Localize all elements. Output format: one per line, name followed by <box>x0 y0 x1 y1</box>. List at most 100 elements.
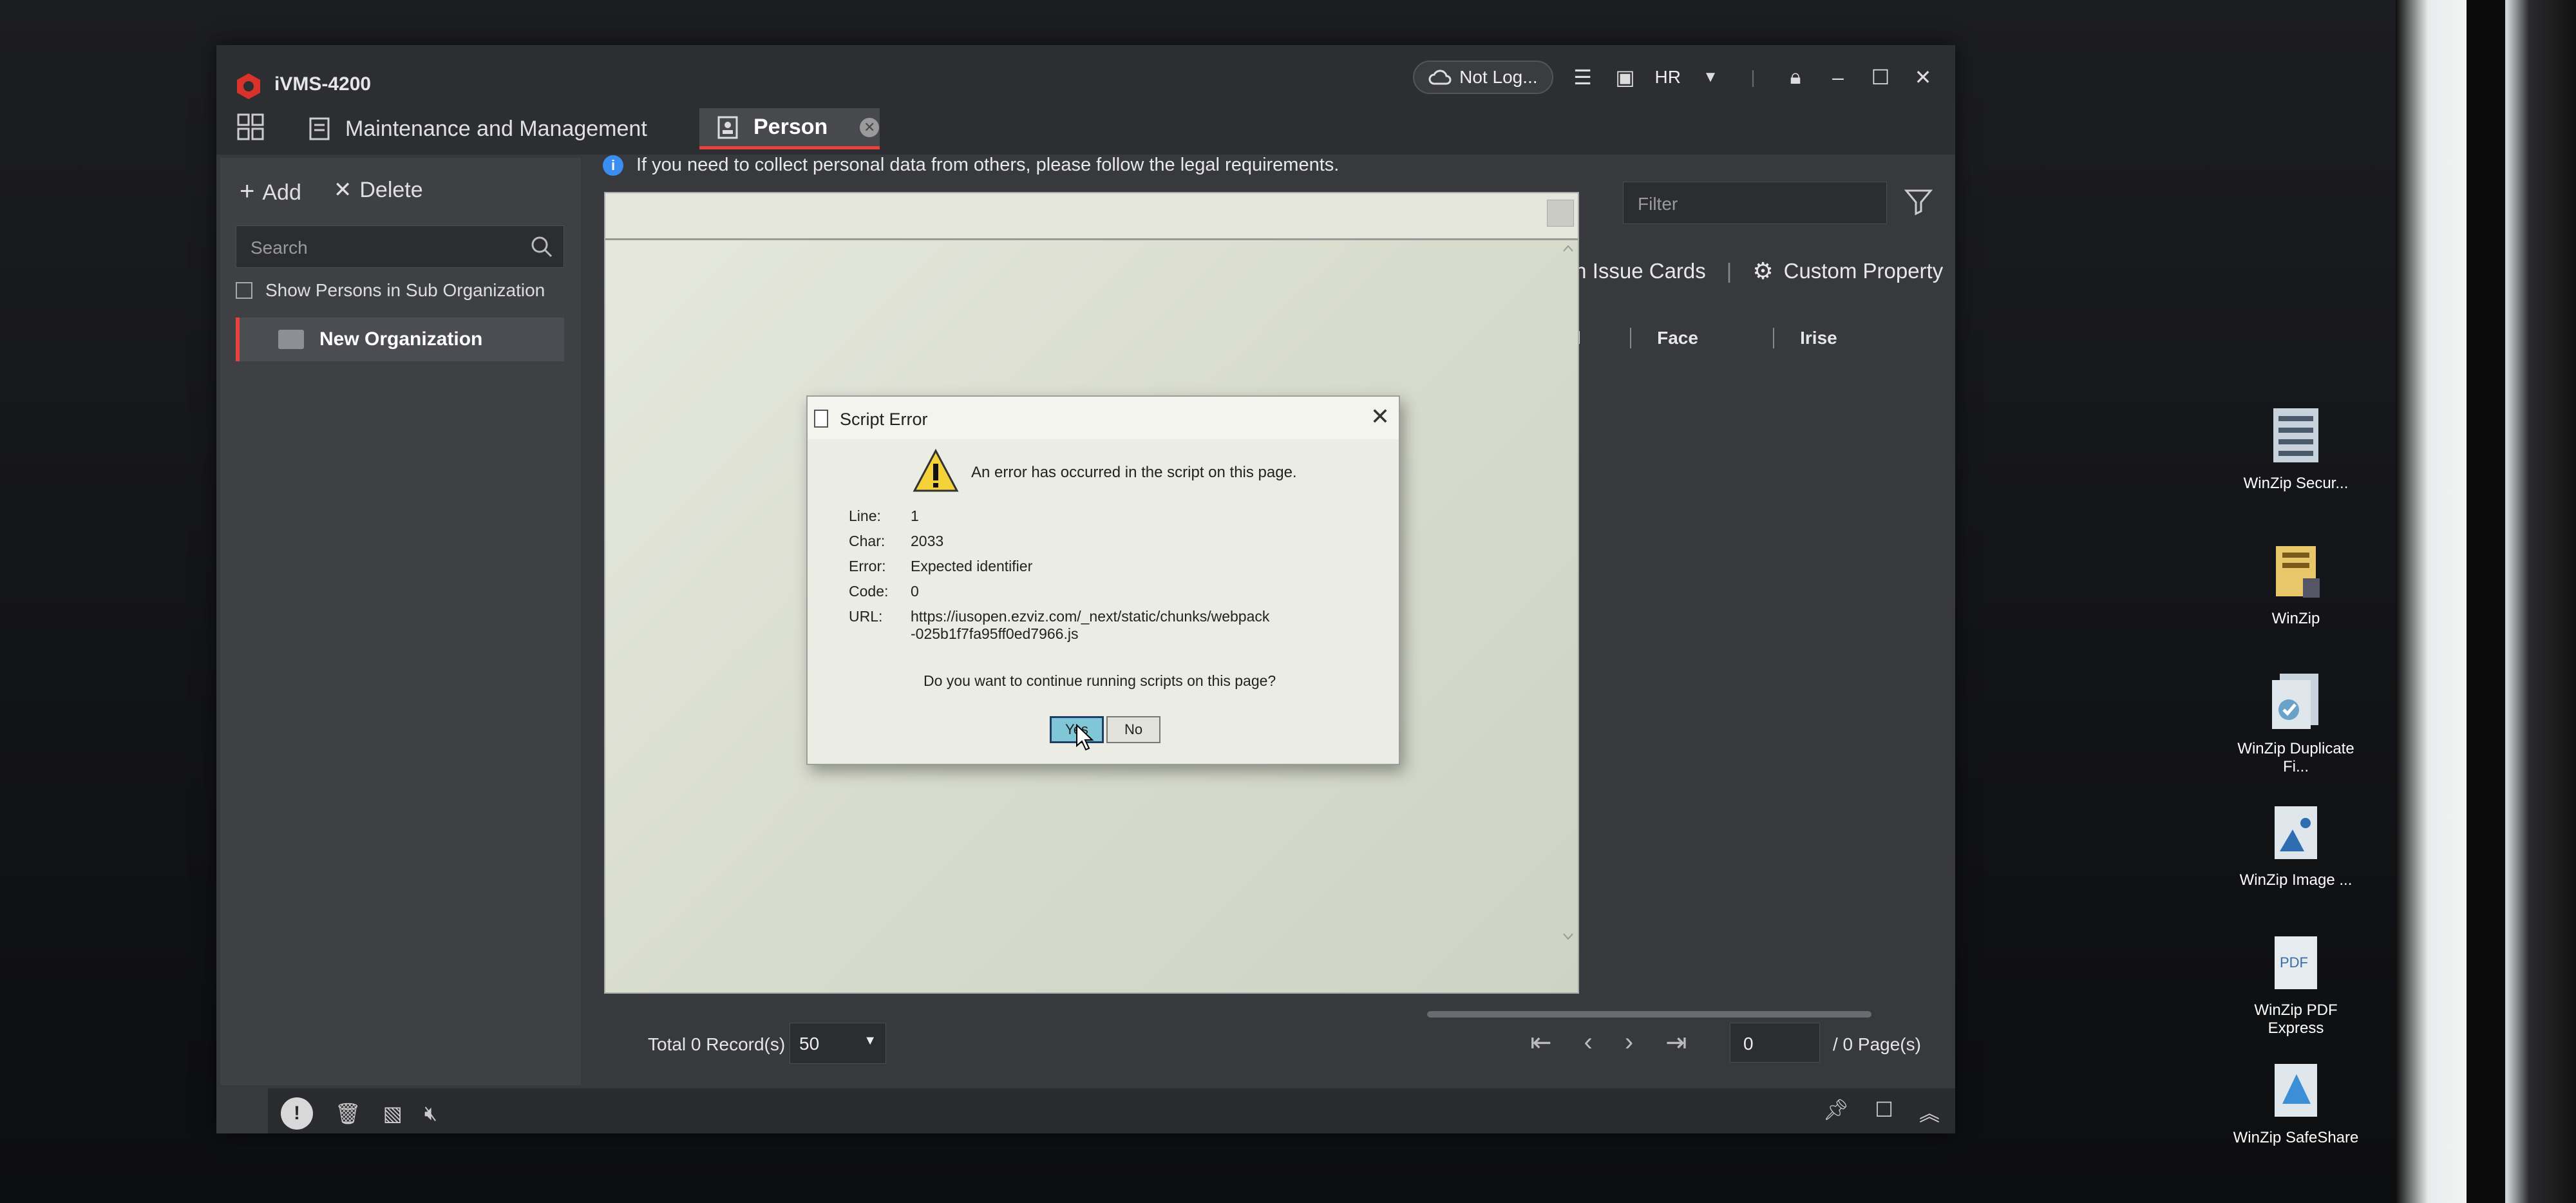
winzip-icon <box>2276 546 2320 598</box>
close-icon[interactable]: ✕ <box>1910 64 1936 90</box>
detail-row: URL: https://iusopen.ezviz.com/_next/stat… <box>849 608 1270 642</box>
cloud-icon <box>1428 70 1452 85</box>
svg-text:PDF: PDF <box>2280 954 2308 971</box>
chevron-down-icon: ▼ <box>864 1034 876 1048</box>
organization-item[interactable]: New Organization <box>236 317 564 361</box>
detail-row: Char: 2033 <box>849 533 944 549</box>
user-name: HR <box>1654 67 1681 87</box>
total-records: Total 0 Record(s) <box>648 1034 786 1054</box>
mouse-cursor-icon <box>1076 724 1094 751</box>
warning-icon <box>913 448 959 492</box>
detail-row: Code: 0 <box>849 583 919 600</box>
tab-close-icon[interactable]: ✕ <box>860 117 880 137</box>
desktop-icon-winzip-pdf[interactable]: PDF WinZip PDF Express <box>2228 931 2363 1037</box>
desktop-icon-winzip-image[interactable]: WinZip Image ... <box>2228 801 2363 889</box>
winzip-secure-icon <box>2273 408 2318 462</box>
dialog-title: Script Error <box>840 410 928 429</box>
prev-page-icon[interactable]: ‹ <box>1584 1028 1593 1057</box>
add-button[interactable]: + Add <box>240 177 301 206</box>
desktop-icon-label: WinZip SafeShare <box>2233 1129 2359 1146</box>
status-bar-right: 📌︎ ☐ ︽ <box>1823 1097 1940 1127</box>
dialog-message: An error has occurred in the script on t… <box>971 464 1297 481</box>
title-bar: iVMS-4200 Not Log... ☰ ▣ HR ▼ | 🔒︎ – ☐ ✕… <box>216 45 1955 155</box>
app-title: iVMS-4200 <box>274 73 372 95</box>
column-header[interactable]: Face <box>1631 328 1775 348</box>
filter-placeholder: Filter <box>1638 194 1678 214</box>
organization-label: New Organization <box>319 328 483 350</box>
monitor-bezel <box>2396 0 2576 1203</box>
page-input[interactable]: 0 <box>1730 1023 1820 1063</box>
status-bar: ! 🗑︎ ▧ 🔇︎ 📌︎ ☐ ︽ <box>268 1088 1955 1133</box>
checkbox-label: Show Persons in Sub Organization <box>265 280 545 300</box>
last-page-icon[interactable]: ⇥ <box>1665 1028 1687 1057</box>
winzip-image-icon <box>2275 806 2317 859</box>
first-page-icon[interactable]: ⇤ <box>1530 1028 1552 1057</box>
window-icon[interactable]: ☐ <box>1875 1097 1893 1127</box>
filter-icon[interactable] <box>1902 185 1935 218</box>
next-page-icon[interactable]: › <box>1625 1028 1633 1057</box>
search-icon[interactable] <box>529 234 554 260</box>
delete-button[interactable]: ✕ Delete <box>334 177 423 206</box>
close-icon[interactable]: ✕ <box>1370 403 1390 430</box>
list-icon[interactable]: ☰ <box>1570 64 1596 90</box>
issue-cards-button[interactable]: th Issue Cards <box>1569 259 1706 283</box>
separator: | <box>1726 259 1732 283</box>
desktop-icon-winzip-secure[interactable]: WinZip Secur... <box>2228 404 2363 493</box>
maintenance-icon <box>309 117 330 140</box>
dialog-question: Do you want to continue running scripts … <box>923 672 1276 689</box>
per-page-select[interactable]: 50 ▼ <box>790 1023 886 1064</box>
minimize-icon[interactable]: – <box>1825 64 1851 90</box>
custom-property-button[interactable]: ⚙ Custom Property <box>1752 258 1943 285</box>
filter-input[interactable]: Filter <box>1623 182 1887 224</box>
image-icon[interactable]: ▣ <box>1613 64 1638 90</box>
module-grid-icon[interactable] <box>236 112 265 142</box>
trash-icon[interactable]: 🗑︎ <box>335 1101 361 1126</box>
dialog-title-bar: Script Error ✕ <box>808 397 1399 439</box>
desktop-icon-label: WinZip Secur... <box>2243 475 2349 492</box>
lock-icon[interactable]: 🔒︎ <box>1783 64 1808 90</box>
detail-row: Error: Expected identifier <box>849 558 1033 574</box>
pagination-bar: Total 0 Record(s) 50 ▼ ⇤ ‹ › ⇥ 0 / 0 Pag… <box>641 1005 1955 1082</box>
desktop-icon-label: WinZip PDF Express <box>2254 1001 2338 1037</box>
chevron-up-icon[interactable]: ︽ <box>1919 1097 1940 1127</box>
separator: | <box>1750 67 1756 87</box>
desktop-icon-winzip-safeshare[interactable]: WinZip SafeShare <box>2228 1059 2363 1147</box>
alarm-icon[interactable]: ! <box>281 1097 313 1130</box>
status-bar-left: ! 🗑︎ ▧ 🔇︎ <box>281 1097 437 1130</box>
vertical-scrollbar[interactable] <box>1558 238 1578 953</box>
search-input[interactable]: Search <box>236 225 564 268</box>
search-placeholder: Search <box>251 238 308 258</box>
cloud-login-button[interactable]: Not Log... <box>1413 61 1553 94</box>
table-actions: th Issue Cards | ⚙ Custom Property <box>1569 258 1943 285</box>
cloud-status-label: Not Log... <box>1459 67 1538 87</box>
error-details: Line: 1 Char: 2033 Error: Expected identifi… <box>849 507 1310 650</box>
info-icon: i <box>603 155 623 176</box>
winzip-pdf-icon: PDF <box>2275 936 2317 989</box>
winzip-safeshare-icon <box>2275 1064 2317 1117</box>
picture-icon[interactable]: ▧ <box>383 1101 402 1126</box>
script-error-dialog: Script Error ✕ An error has occurred in … <box>806 395 1400 765</box>
pin-icon[interactable]: 📌︎ <box>1823 1097 1850 1127</box>
tab-maintenance[interactable]: Maintenance and Management <box>307 108 647 149</box>
chevron-down-icon[interactable]: ▼ <box>1698 64 1723 90</box>
pager-controls: ⇤ ‹ › ⇥ <box>1530 1028 1687 1057</box>
no-button[interactable]: No <box>1106 716 1160 743</box>
plus-icon: + <box>240 177 255 205</box>
detail-row: Line: 1 <box>849 507 919 524</box>
column-header[interactable]: Irise <box>1774 328 1863 348</box>
page-total: / 0 Page(s) <box>1833 1034 1921 1054</box>
desktop-icon-label: WinZip <box>2271 610 2320 627</box>
organization-panel: + Add ✕ Delete Search Show Persons in Sub … <box>220 158 581 1085</box>
close-box[interactable] <box>1547 200 1574 227</box>
mute-icon[interactable]: 🔇︎ <box>424 1101 437 1126</box>
checkbox[interactable] <box>236 282 252 299</box>
folder-icon <box>278 330 304 349</box>
desktop-icon-label: WinZip Duplicate Fi... <box>2237 740 2354 775</box>
notice-text: If you need to collect personal data fro… <box>636 155 1340 175</box>
desktop-icon-winzip[interactable]: WinZip <box>2228 540 2363 628</box>
desktop-icon-winzip-duplicate[interactable]: WinZip Duplicate Fi... <box>2228 670 2363 776</box>
show-sub-org-checkbox[interactable]: Show Persons in Sub Organization <box>236 280 545 301</box>
document-icon <box>814 410 828 428</box>
maximize-icon[interactable]: ☐ <box>1868 64 1893 90</box>
tab-person[interactable]: Person ✕ <box>699 108 880 149</box>
